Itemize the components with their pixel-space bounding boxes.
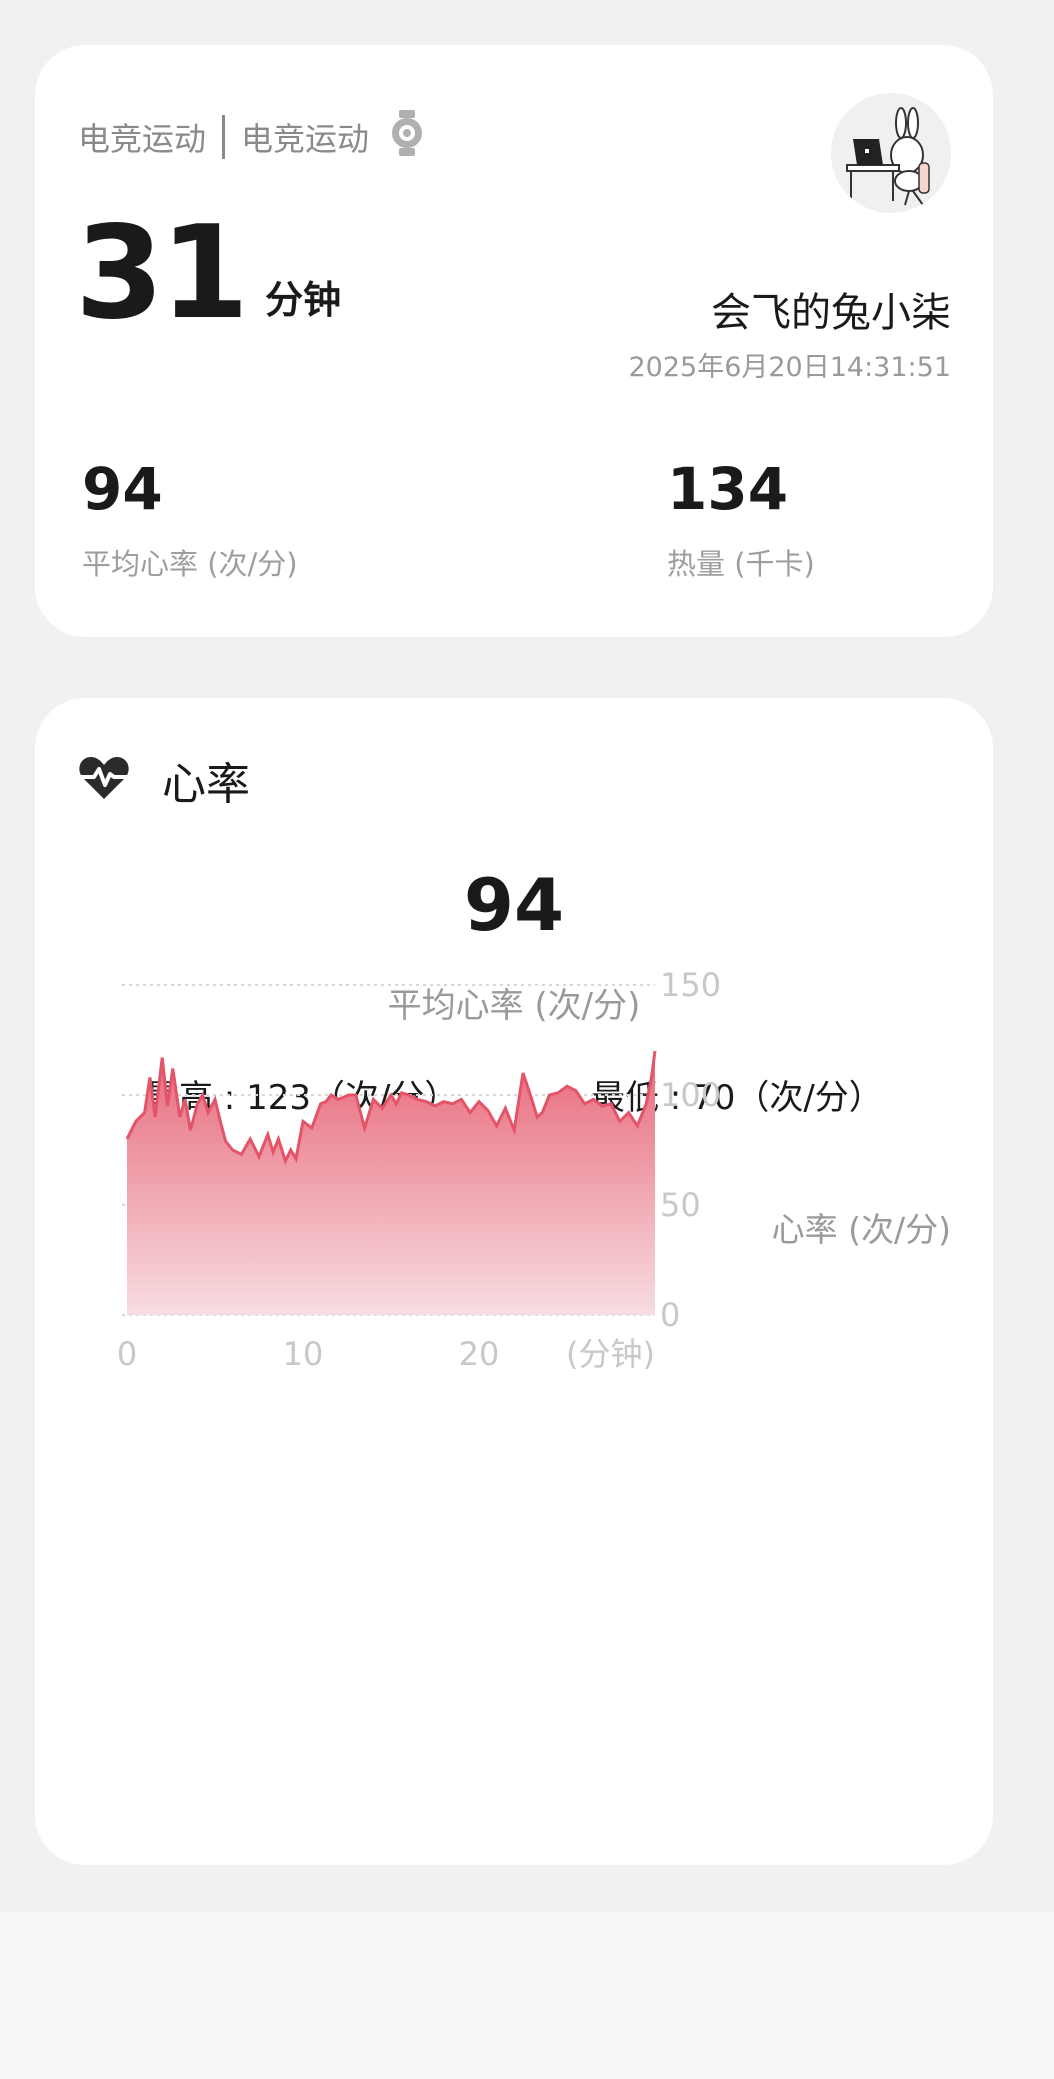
x-tick-label: 20 xyxy=(459,1335,500,1373)
calories-label: 热量 (千卡) xyxy=(667,547,815,581)
avg-heart-rate-value: 94 xyxy=(82,455,163,523)
x-tick-label: 10 xyxy=(283,1335,324,1373)
sport-type-secondary: 电竞运动 xyxy=(241,120,370,158)
sport-type-row: 电竞运动 电竞运动 xyxy=(78,110,425,164)
calories-value: 134 xyxy=(667,455,789,523)
avg-heart-rate-label: 平均心率 (次/分) xyxy=(82,547,298,581)
divider xyxy=(222,115,226,159)
workout-datetime: 2025年6月20日14:31:51 xyxy=(628,352,951,383)
x-unit-label: (分钟) xyxy=(566,1335,655,1373)
username: 会飞的兔小柒 xyxy=(711,290,951,336)
x-tick-label: 0 xyxy=(117,1335,137,1373)
avg-heart-rate-stat: 94 平均心率 (次/分) xyxy=(82,455,298,583)
duration-value: 31 xyxy=(75,199,249,348)
workout-duration: 31 分钟 xyxy=(75,210,341,338)
heart-rate-card: 心率 94 平均心率 (次/分) 最高 : 123（次/分） 最低 : 70（次… xyxy=(35,698,993,1865)
heart-rate-chart[interactable]: 150 100 50 0 0 10 20 (分钟) xyxy=(35,698,993,1865)
y-tick-label: 0 xyxy=(660,1296,680,1334)
user-avatar[interactable] xyxy=(831,93,951,213)
y-tick-label: 50 xyxy=(660,1186,701,1224)
bottom-area xyxy=(0,1912,1054,2079)
y-tick-label: 100 xyxy=(660,1076,721,1114)
smartwatch-icon xyxy=(389,110,425,164)
rabbit-avatar-icon xyxy=(831,93,951,213)
sport-type-primary: 电竞运动 xyxy=(78,120,207,158)
duration-unit: 分钟 xyxy=(265,278,342,322)
calories-stat: 134 热量 (千卡) xyxy=(667,455,815,583)
y-tick-label: 150 xyxy=(660,966,721,1004)
workout-summary-card: 电竞运动 电竞运动 31 分钟 会飞的兔小柒 2025年6月20日14:31:5… xyxy=(35,45,993,637)
